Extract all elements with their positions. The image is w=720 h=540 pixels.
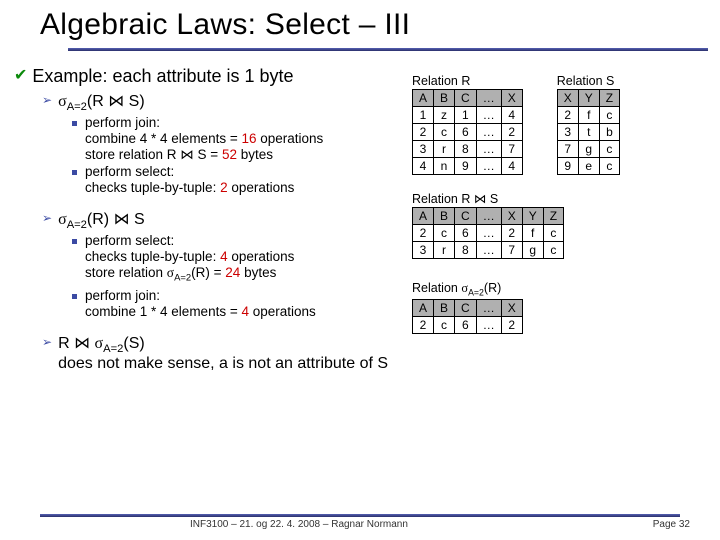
bullet-text: perform join:combine 4 * 4 elements = 16… (85, 115, 323, 163)
slide-title: Algebraic Laws: Select – III (40, 8, 720, 42)
bullet-text: perform select:checks tuple-by-tuple: 2 … (85, 164, 294, 196)
expr2: σA=2(R) ⋈ S (58, 209, 145, 231)
footer-text: INF3100 – 21. og 22. 4. 2008 – Ragnar No… (0, 519, 720, 530)
slide: Algebraic Laws: Select – III ✔ Example: … (0, 0, 720, 540)
check-icon: ✔ (14, 66, 27, 86)
square-bullet-icon (72, 294, 77, 299)
arrow-icon: ➢ (42, 333, 52, 351)
table-RS-label: Relation R ⋈ S (412, 191, 704, 206)
top-tables: Relation R ABC…X1z1…42c6…23r8…74n9…4 Rel… (412, 70, 704, 175)
square-bullet-icon (72, 170, 77, 175)
table-sigmaR: ABC…X2c6…2 (412, 299, 523, 334)
footer: INF3100 – 21. og 22. 4. 2008 – Ragnar No… (0, 514, 720, 530)
arrow-icon: ➢ (42, 209, 52, 227)
bullet-text: perform join:combine 1 * 4 elements = 4 … (85, 288, 316, 320)
footer-center: INF3100 – 21. og 22. 4. 2008 – Ragnar No… (190, 519, 408, 530)
footer-page: Page 32 (653, 519, 690, 530)
expr3-row: ➢ R ⋈ σA=2(S)does not make sense, a is n… (42, 333, 714, 373)
arrow-icon: ➢ (42, 91, 52, 109)
example-heading: Example: each attribute is 1 byte (32, 66, 293, 87)
expr3: R ⋈ σA=2(S)does not make sense, a is not… (58, 333, 388, 373)
expr1: σA=2(R ⋈ S) (58, 91, 145, 113)
title-area: Algebraic Laws: Select – III (0, 0, 720, 51)
table-RS: ABC…XYZ2c6…2fc3r8…7gc (412, 207, 564, 259)
table-R-wrap: Relation R ABC…X1z1…42c6…23r8…74n9…4 (412, 70, 523, 175)
table-R-label: Relation R (412, 74, 523, 88)
table-S-label: Relation S (557, 74, 620, 88)
bullet-text: perform select:checks tuple-by-tuple: 4 … (85, 233, 294, 287)
table-S-wrap: Relation S XYZ2fc3tb7gc9ec (557, 70, 620, 175)
footer-divider (40, 514, 680, 517)
table-sigmaR-label: Relation σA=2(R) (412, 281, 704, 298)
square-bullet-icon (72, 121, 77, 126)
tables-area: Relation R ABC…X1z1…42c6…23r8…74n9…4 Rel… (412, 70, 704, 334)
table-S: XYZ2fc3tb7gc9ec (557, 89, 620, 175)
title-divider (68, 48, 708, 51)
table-R: ABC…X1z1…42c6…23r8…74n9…4 (412, 89, 523, 175)
square-bullet-icon (72, 239, 77, 244)
